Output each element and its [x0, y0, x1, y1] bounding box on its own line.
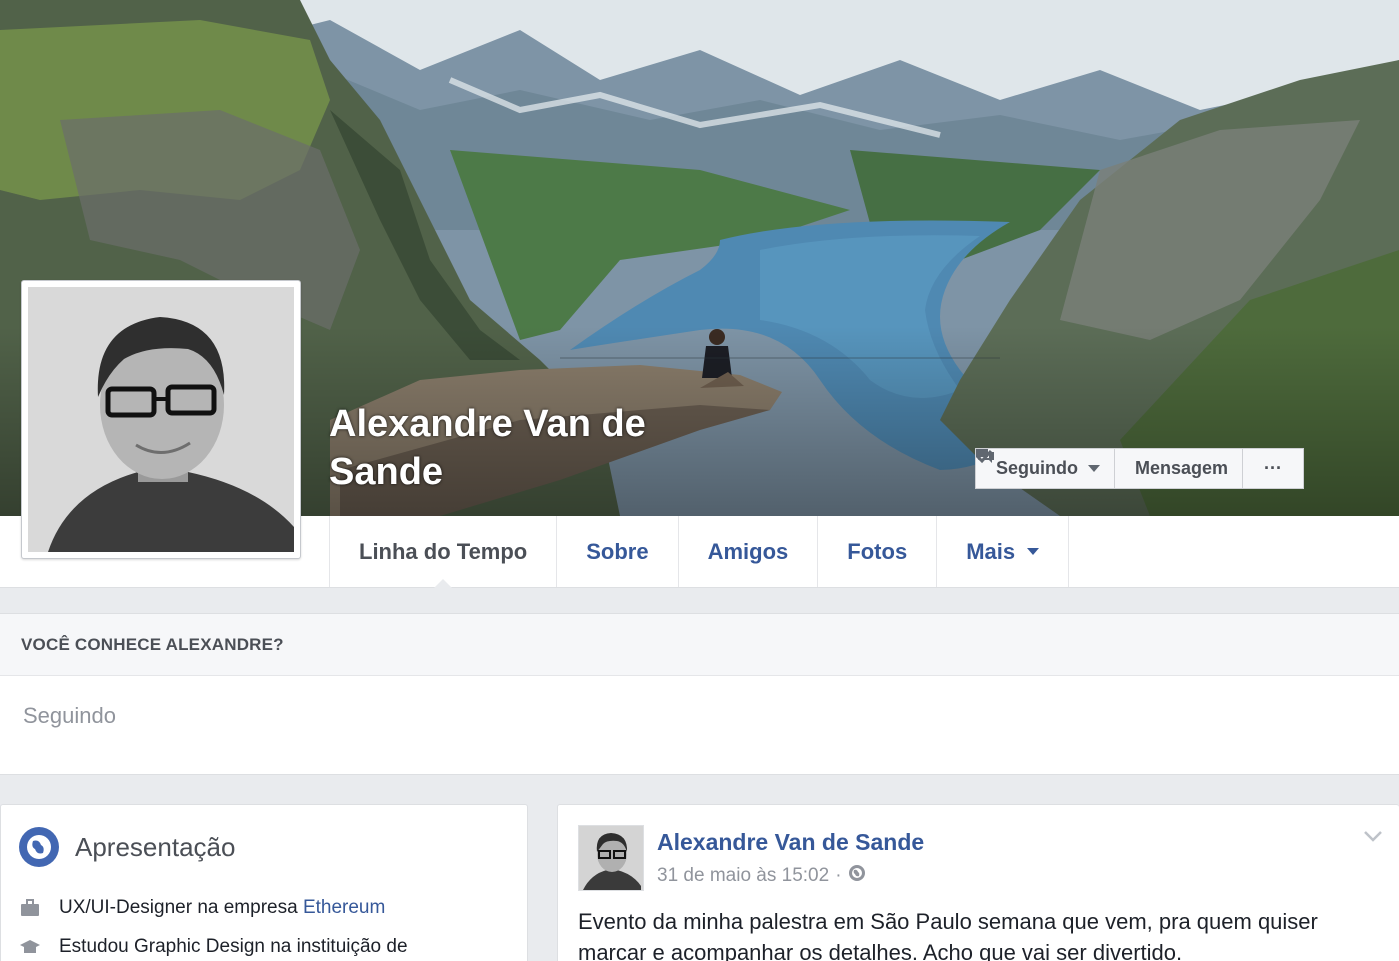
tab-timeline[interactable]: Linha do Tempo: [330, 516, 558, 588]
intro-education-row: Estudou Graphic Design na instituição de: [19, 936, 408, 958]
profile-picture[interactable]: [21, 280, 301, 559]
tab-photos[interactable]: Fotos: [818, 516, 938, 587]
message-button[interactable]: Mensagem: [976, 448, 1244, 489]
caret-down-icon: [1088, 465, 1100, 472]
timeline-post: Alexandre Van de Sande 31 de maio às 15:…: [557, 804, 1399, 961]
know-box-title: VOCÊ CONHECE ALEXANDRE?: [0, 614, 1399, 676]
profile-tabs: Linha do Tempo Sobre Amigos Fotos Mais: [329, 516, 1070, 588]
graduation-cap-icon: [19, 938, 41, 956]
globe-icon: [19, 827, 59, 867]
tab-label: Sobre: [586, 538, 649, 564]
post-author-name[interactable]: Alexandre Van de Sande: [657, 829, 924, 856]
following-button[interactable]: Seguindo: [975, 448, 1115, 489]
following-button-label: Seguindo: [996, 458, 1078, 478]
intro-education-text: Estudou Graphic Design na instituição de: [59, 936, 408, 957]
public-globe-icon: [848, 864, 866, 888]
tab-label: Fotos: [847, 538, 908, 564]
post-options-chevron-icon[interactable]: [1363, 829, 1383, 848]
message-button-label: Mensagem: [1135, 458, 1229, 478]
tab-about[interactable]: Sobre: [557, 516, 679, 587]
briefcase-icon: [19, 899, 41, 917]
profile-name[interactable]: Alexandre Van de Sande: [329, 400, 729, 496]
intro-work-link[interactable]: Ethereum: [303, 897, 385, 919]
profile-page: Alexandre Van de Sande Seguindo Mensagem…: [0, 0, 1399, 961]
know-person-box: VOCÊ CONHECE ALEXANDRE? Seguindo: [0, 613, 1399, 775]
post-body-text: Evento da minha palestra em São Paulo se…: [578, 909, 1318, 961]
post-meta-separator: ·: [835, 865, 842, 886]
intro-card: Apresentação UX/UI-Designer na empresa E…: [0, 804, 528, 961]
tab-friends[interactable]: Amigos: [679, 516, 819, 587]
post-meta: 31 de maio às 15:02 ·: [657, 864, 866, 888]
intro-work-row: UX/UI-Designer na empresa Ethereum: [19, 897, 385, 919]
caret-down-icon: [1027, 548, 1040, 555]
avatar: [28, 287, 294, 552]
tab-label: Linha do Tempo: [359, 538, 528, 564]
intro-header: Apresentação: [19, 827, 235, 867]
intro-title: Apresentação: [75, 831, 236, 862]
post-timestamp[interactable]: 31 de maio às 15:02: [657, 865, 829, 887]
cover-action-buttons: Seguindo Mensagem ···: [975, 448, 1305, 489]
more-options-label: ···: [1264, 458, 1283, 478]
tab-label: Mais: [966, 538, 1016, 564]
tab-more[interactable]: Mais: [937, 516, 1070, 587]
tab-label: Amigos: [707, 538, 789, 564]
intro-work-text: UX/UI-Designer na empresa: [59, 897, 303, 918]
post-author-avatar[interactable]: [578, 825, 644, 891]
know-box-status: Seguindo: [23, 703, 116, 728]
more-options-button[interactable]: ···: [1243, 448, 1305, 489]
